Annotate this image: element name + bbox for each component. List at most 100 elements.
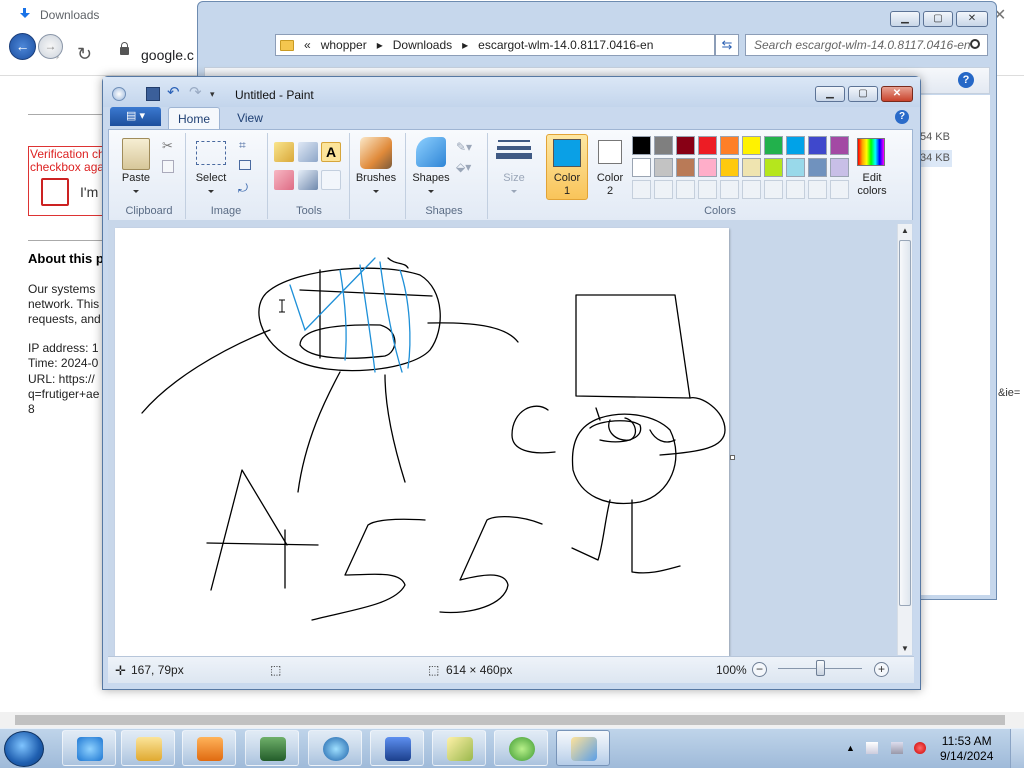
taskbar-tool[interactable]: [432, 730, 486, 766]
palette-swatch[interactable]: [786, 158, 805, 177]
explorer-search-input[interactable]: Search escargot-wlm-14.0.8117.0416-en: [745, 34, 988, 56]
crop-icon[interactable]: ⌗: [239, 138, 246, 153]
palette-swatch[interactable]: [632, 136, 651, 155]
system-clock[interactable]: 11:53 AM 9/14/2024: [940, 734, 993, 764]
drawing-canvas[interactable]: [115, 228, 729, 656]
zoom-slider-thumb[interactable]: [816, 660, 825, 676]
brushes-icon[interactable]: [360, 137, 392, 169]
palette-swatch[interactable]: [830, 136, 849, 155]
palette-swatch[interactable]: [698, 136, 717, 155]
customize-qat-icon[interactable]: ▾: [210, 89, 224, 103]
palette-swatch[interactable]: [808, 136, 827, 155]
breadcrumb-overflow[interactable]: «: [304, 38, 311, 52]
eraser-icon[interactable]: [274, 170, 294, 190]
palette-swatch[interactable]: [676, 136, 695, 155]
text-tool-icon[interactable]: A: [321, 142, 341, 162]
palette-swatch[interactable]: [830, 158, 849, 177]
palette-swatch[interactable]: [742, 158, 761, 177]
palette-empty-swatch[interactable]: [808, 180, 827, 199]
explorer-close-button[interactable]: ✕: [956, 11, 988, 27]
start-button[interactable]: [4, 731, 44, 767]
pencil-icon[interactable]: [274, 142, 294, 162]
palette-swatch[interactable]: [786, 136, 805, 155]
palette-swatch[interactable]: [676, 158, 695, 177]
lock-icon[interactable]: [120, 42, 129, 55]
explorer-help-icon[interactable]: ?: [958, 72, 974, 88]
explorer-minimize-button[interactable]: ▁: [890, 11, 920, 27]
select-icon[interactable]: [196, 141, 226, 165]
browser-scroll-thumb[interactable]: [15, 715, 1005, 725]
reload-icon[interactable]: ↻: [77, 45, 92, 63]
scroll-down-icon[interactable]: ▼: [901, 644, 909, 653]
taskbar-explorer[interactable]: [121, 730, 175, 766]
explorer-titlebar[interactable]: [198, 2, 996, 34]
taskbar-messenger[interactable]: [308, 730, 362, 766]
explorer-forward-arrow-icon[interactable]: →: [38, 34, 63, 59]
shapes-button-label[interactable]: Shapes: [410, 172, 452, 184]
paint-minimize-button[interactable]: ▁: [815, 86, 845, 102]
palette-swatch[interactable]: [720, 136, 739, 155]
palette-swatch[interactable]: [698, 158, 717, 177]
palette-swatch[interactable]: [764, 158, 783, 177]
palette-empty-swatch[interactable]: [676, 180, 695, 199]
tab-view[interactable]: View: [226, 107, 274, 129]
taskbar-paint[interactable]: [556, 730, 610, 766]
select-dropdown-icon[interactable]: [208, 190, 214, 193]
edit-colors-label-1[interactable]: Edit: [852, 172, 892, 184]
paint-maximize-button[interactable]: ▢: [848, 86, 878, 102]
select-button-label[interactable]: Select: [192, 172, 230, 184]
resize-icon[interactable]: [239, 160, 251, 170]
browser-tab-downloads[interactable]: Downloads: [18, 8, 99, 22]
explorer-back-arrow-icon[interactable]: ←: [9, 33, 36, 60]
cut-icon[interactable]: ✂: [162, 138, 173, 154]
rotate-icon[interactable]: ⤾: [238, 181, 248, 196]
magnifier-icon[interactable]: [321, 170, 341, 190]
network-icon[interactable]: [891, 742, 903, 754]
palette-empty-swatch[interactable]: [764, 180, 783, 199]
breadcrumb-downloads[interactable]: Downloads: [393, 38, 452, 52]
copy-icon[interactable]: [162, 160, 174, 173]
palette-swatch[interactable]: [808, 158, 827, 177]
canvas-resize-handle[interactable]: [730, 455, 735, 460]
paint-app-icon[interactable]: [112, 87, 126, 101]
captcha-checkbox[interactable]: [41, 178, 69, 206]
zoom-out-button[interactable]: −: [752, 662, 767, 677]
explorer-maximize-button[interactable]: ▢: [923, 11, 953, 27]
brushes-button-label[interactable]: Brushes: [354, 172, 398, 184]
fill-icon[interactable]: [298, 142, 318, 162]
undo-icon[interactable]: ↶: [167, 85, 181, 100]
color-picker-icon[interactable]: [298, 170, 318, 190]
redo-icon[interactable]: ↷: [189, 85, 203, 100]
palette-empty-swatch[interactable]: [786, 180, 805, 199]
shapes-dropdown-icon[interactable]: [428, 190, 434, 193]
volume-muted-icon[interactable]: [914, 742, 926, 754]
paste-button-label[interactable]: Paste: [120, 172, 152, 184]
scroll-up-icon[interactable]: ▲: [901, 226, 909, 235]
breadcrumb-whopper[interactable]: whopper: [321, 38, 367, 52]
taskbar-contacts[interactable]: [494, 730, 548, 766]
paint-titlebar[interactable]: [103, 77, 920, 107]
paint-help-icon[interactable]: ?: [895, 110, 909, 124]
palette-swatch[interactable]: [764, 136, 783, 155]
shapes-icon[interactable]: [416, 137, 446, 167]
address-bar-url[interactable]: google.c: [141, 47, 194, 63]
palette-swatch[interactable]: [654, 158, 673, 177]
palette-empty-swatch[interactable]: [632, 180, 651, 199]
breadcrumb-folder[interactable]: escargot-wlm-14.0.8117.0416-en: [478, 38, 653, 52]
edit-colors-icon[interactable]: [857, 138, 885, 166]
show-hidden-icons-icon[interactable]: ▲: [846, 742, 858, 754]
taskbar-internet-explorer[interactable]: [62, 730, 116, 766]
explorer-refresh-icon[interactable]: ⇆: [715, 34, 739, 56]
palette-empty-swatch[interactable]: [830, 180, 849, 199]
zoom-in-button[interactable]: +: [874, 662, 889, 677]
paint-file-menu-button[interactable]: ▤ ▾: [110, 107, 161, 126]
brushes-dropdown-icon[interactable]: [373, 190, 379, 193]
action-center-flag-icon[interactable]: [866, 742, 878, 754]
paint-close-button[interactable]: ✕: [881, 86, 913, 102]
show-desktop-button[interactable]: [1010, 729, 1024, 768]
paint-scroll-thumb[interactable]: [899, 240, 911, 606]
taskbar-media-player[interactable]: [182, 730, 236, 766]
palette-swatch[interactable]: [632, 158, 651, 177]
save-icon[interactable]: [146, 87, 160, 101]
paste-icon[interactable]: [122, 138, 150, 170]
